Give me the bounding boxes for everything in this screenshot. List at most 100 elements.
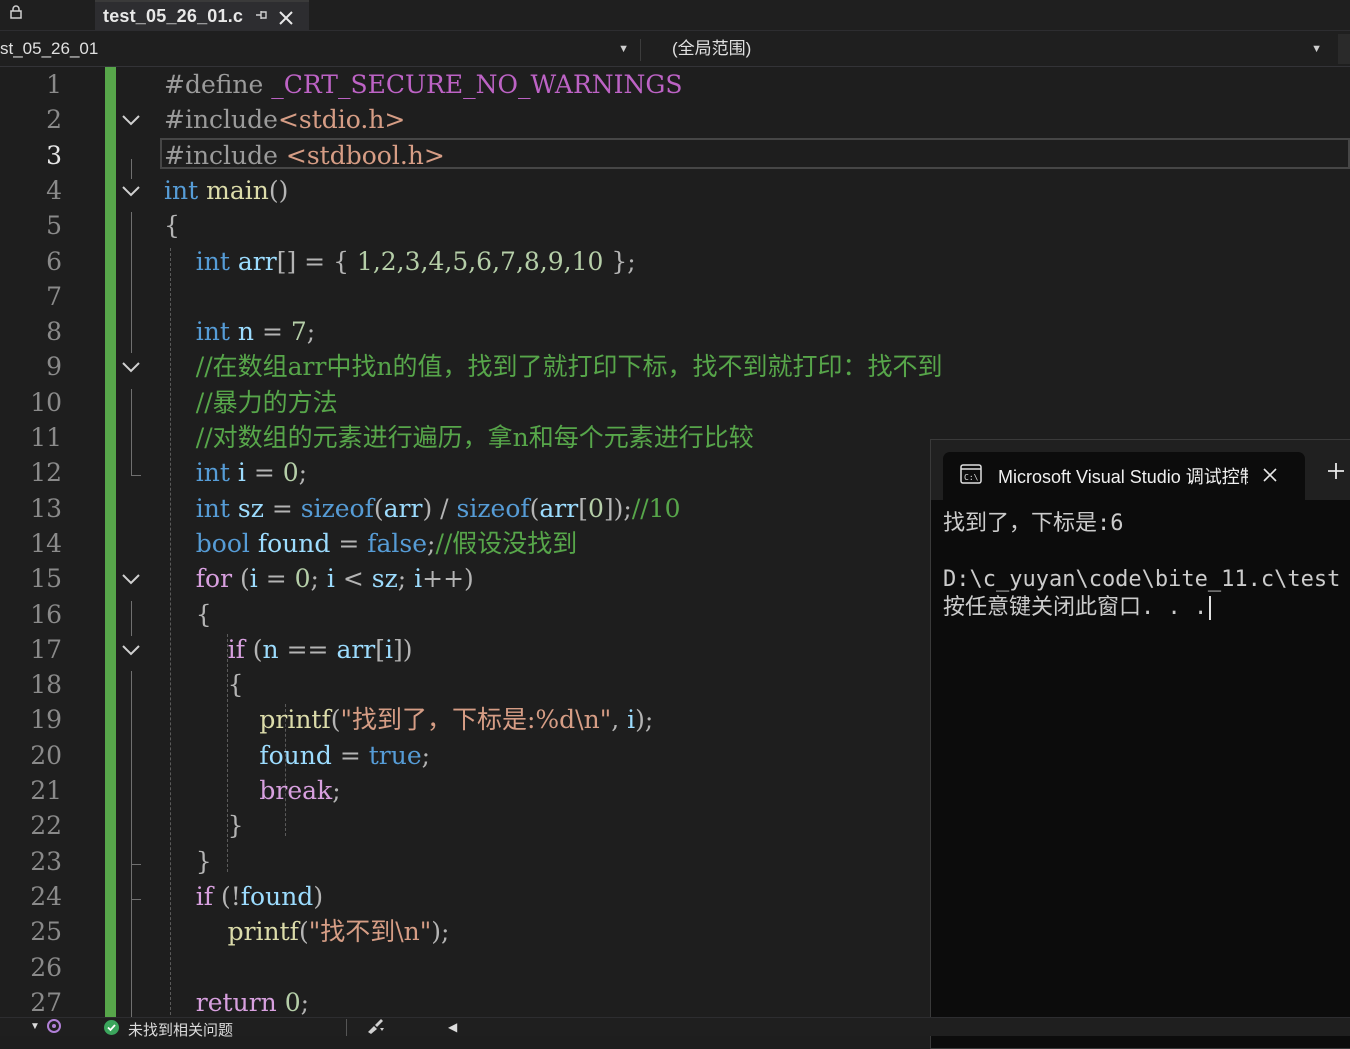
- close-icon[interactable]: [1263, 458, 1277, 488]
- copilot-icon[interactable]: [46, 1018, 62, 1038]
- code-line[interactable]: //在数组arr中找n的值，找到了就打印下标，找不到就打印：找不到: [164, 349, 943, 384]
- code-line[interactable]: printf("找到了，下标是:%d\n", i);: [164, 702, 653, 737]
- code-line[interactable]: int i = 0;: [164, 455, 307, 490]
- code-token: "找到了，下标是:%d\n": [340, 705, 612, 735]
- fold-end-tick: [131, 475, 141, 477]
- code-token: int: [195, 493, 230, 523]
- code-token: (: [373, 493, 384, 523]
- code-token: ;: [421, 740, 431, 770]
- code-token: //10: [631, 493, 681, 523]
- code-line[interactable]: }: [164, 808, 244, 843]
- code-line[interactable]: int main(): [164, 173, 288, 208]
- code-line[interactable]: return 0;: [164, 985, 309, 1017]
- line-number: 19: [30, 705, 62, 735]
- nav-divider: [640, 39, 641, 61]
- code-token: ==: [278, 634, 337, 664]
- code-token: };: [603, 246, 636, 276]
- line-number: 6: [46, 246, 62, 276]
- code-token: ;: [300, 987, 310, 1017]
- code-line[interactable]: #include <stdbool.h>: [164, 138, 445, 173]
- code-token: int: [164, 175, 199, 205]
- chevron-down-icon[interactable]: [121, 561, 143, 596]
- code-token: <stdio.h>: [277, 105, 406, 135]
- code-line[interactable]: #include<stdio.h>: [164, 102, 405, 137]
- code-token: if: [195, 881, 214, 911]
- chevron-down-icon[interactable]: [121, 349, 143, 384]
- console-output-line: 按任意键关闭此窗口. . .: [943, 595, 1208, 620]
- chevron-down-icon[interactable]: [121, 102, 143, 137]
- code-token: ;: [332, 776, 341, 805]
- code-token: 0: [294, 564, 311, 594]
- code-line[interactable]: found = true;: [164, 738, 430, 773]
- code-token: arr: [539, 493, 579, 523]
- console-titlebar: C:\ Microsoft Visual Studio 调试控制台: [931, 440, 1350, 500]
- chevron-down-icon: ▼: [1311, 43, 1322, 55]
- code-token: }: [195, 846, 212, 876]
- code-line[interactable]: printf("找不到\n");: [164, 914, 450, 949]
- code-token: i: [385, 634, 394, 664]
- code-token: );: [431, 917, 450, 947]
- code-line[interactable]: int n = 7;: [164, 314, 315, 349]
- new-tab-plus-icon[interactable]: [1327, 456, 1345, 487]
- code-token: #include: [164, 140, 286, 170]
- scope-dropdown[interactable]: (全局范围) ▼: [645, 34, 1330, 64]
- code-line[interactable]: break;: [164, 773, 341, 808]
- code-token: (!: [213, 881, 241, 911]
- code-line[interactable]: {: [164, 667, 244, 702]
- brush-icon[interactable]: [366, 1018, 388, 1038]
- scope-name: (全局范围): [672, 39, 752, 58]
- code-token: false: [367, 528, 427, 558]
- console-tab[interactable]: C:\ Microsoft Visual Studio 调试控制台: [943, 452, 1305, 500]
- chevron-down-icon[interactable]: [121, 173, 143, 208]
- code-line[interactable]: if (!found): [164, 879, 323, 914]
- pin-icon[interactable]: [255, 8, 269, 24]
- code-token: main: [206, 175, 269, 205]
- issues-status[interactable]: 未找到相关问题: [128, 1019, 233, 1040]
- close-tab-icon[interactable]: [278, 3, 294, 32]
- line-number: 15: [30, 564, 62, 594]
- code-token: ]): [393, 634, 413, 664]
- code-token: =: [257, 564, 295, 594]
- code-line[interactable]: #define _CRT_SECURE_NO_WARNINGS: [164, 67, 683, 102]
- code-token: //在数组arr中找n的值，找到了就打印下标，找不到就打印：找不到: [195, 352, 943, 382]
- code-token: true: [368, 740, 422, 770]
- fold-end-tick: [131, 898, 141, 900]
- code-line[interactable]: {: [164, 597, 212, 632]
- line-number: 3: [46, 140, 62, 170]
- code-token: n: [262, 634, 279, 664]
- project-dropdown[interactable]: st_05_26_01 ▼: [0, 34, 637, 64]
- lock-icon: [10, 5, 22, 22]
- tab-test-05-26-01[interactable]: test_05_26_01.c: [95, 0, 309, 31]
- debug-console-window[interactable]: C:\ Microsoft Visual Studio 调试控制台 找到了，下标…: [930, 439, 1350, 1049]
- code-line[interactable]: {: [164, 208, 180, 243]
- scroll-left-icon[interactable]: ◀: [448, 1020, 457, 1034]
- fold-region-line: [131, 600, 132, 636]
- code-line[interactable]: int sz = sizeof(arr) / sizeof(arr[0]);//…: [164, 491, 681, 526]
- code-line[interactable]: //暴力的方法: [164, 385, 338, 420]
- code-token: (: [529, 493, 540, 523]
- line-number: 21: [30, 776, 62, 805]
- document-tab-strip: test_05_26_01.c: [0, 0, 1350, 31]
- zoom-dropdown-icon[interactable]: ▼: [30, 1021, 40, 1032]
- code-line[interactable]: }: [164, 844, 212, 879]
- code-line[interactable]: int arr[] = { 1,2,3,4,5,6,7,8,9,10 };: [164, 244, 636, 279]
- code-line[interactable]: //对数组的元素进行遍历，拿n和每个元素进行比较: [164, 420, 754, 455]
- code-token: found: [259, 740, 332, 770]
- previous-tab-stub[interactable]: [0, 0, 95, 30]
- code-line[interactable]: for (i = 0; i < sz; i++): [164, 561, 474, 596]
- code-line[interactable]: bool found = false;//假设没找到: [164, 526, 578, 561]
- code-token: [: [375, 634, 386, 664]
- code-token: (: [298, 917, 309, 947]
- split-handle[interactable]: [1338, 34, 1350, 64]
- chevron-down-icon[interactable]: [121, 632, 143, 667]
- code-line[interactable]: if (n == arr[i]): [164, 632, 413, 667]
- line-number: 4: [46, 175, 62, 205]
